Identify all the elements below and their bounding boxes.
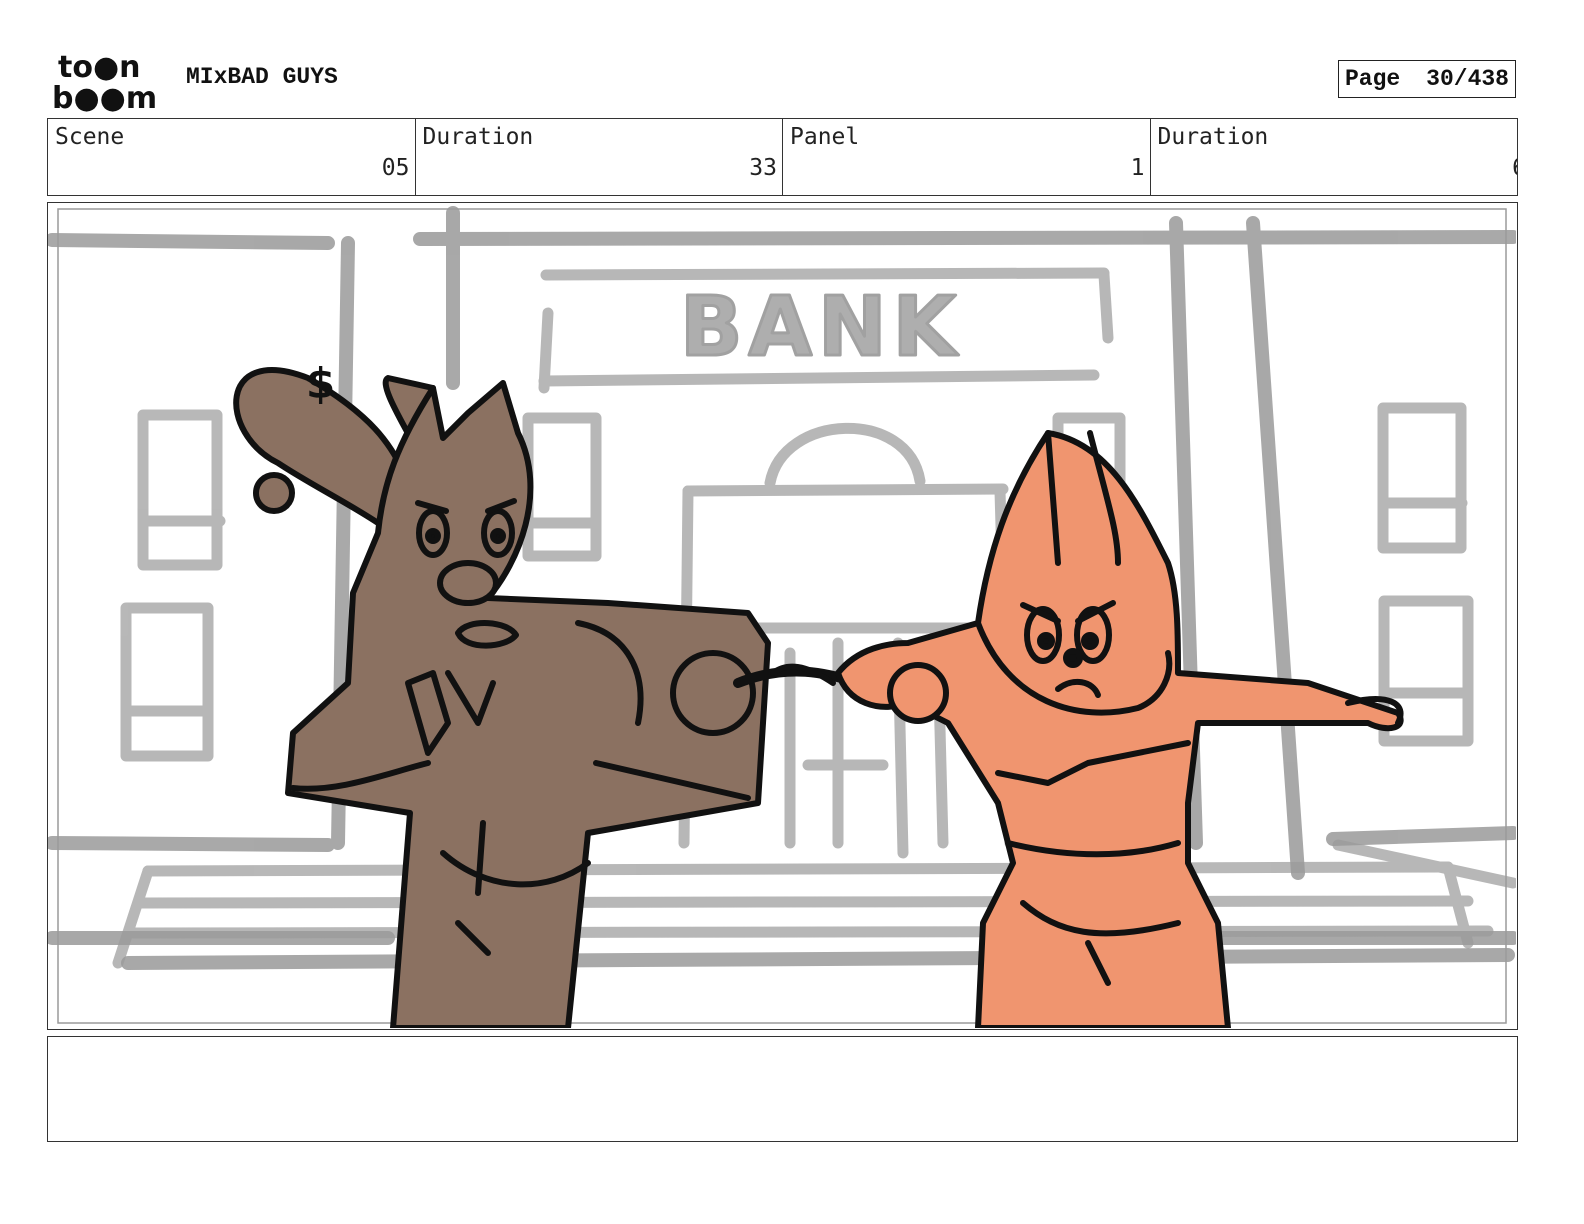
panel-duration-cell: Duration 6 (1151, 119, 1518, 195)
panel-drawing: BANK $ (48, 206, 1516, 1028)
scene-duration-value: 33 (749, 155, 777, 181)
scene-value: 05 (381, 155, 410, 181)
page-label: Page (1345, 66, 1401, 92)
bank-background-sketch: BANK (48, 206, 1516, 970)
scene-cell: Scene 05 (48, 119, 416, 195)
toonboom-logo: to●n b●●m (52, 50, 157, 112)
panel-cell: Panel 1 (783, 119, 1151, 195)
scene-label: Scene (55, 124, 125, 150)
page-indicator: Page 30/438 (1338, 60, 1516, 98)
page-number: 30/438 (1426, 66, 1509, 92)
panel-duration-value: 6 (1512, 155, 1517, 181)
panel-duration-label: Duration (1157, 124, 1269, 150)
logo-line-1: to●n (58, 50, 141, 85)
scene-duration-label: Duration (422, 124, 534, 150)
project-title: MIxBAD GUYS (186, 64, 338, 90)
bank-sign-text: BANK (680, 280, 962, 375)
panel-value: 1 (1130, 155, 1145, 181)
logo-line-2: b●●m (52, 81, 157, 112)
scene-duration-cell: Duration 33 (416, 119, 783, 195)
panel-notes-box (47, 1036, 1518, 1142)
money-bag-symbol: $ (306, 359, 335, 408)
panel-label: Panel (790, 124, 860, 150)
storyboard-panel: BANK $ (47, 202, 1518, 1030)
scene-info-row: Scene 05 Duration 33 Panel 1 Duration 6 (47, 118, 1518, 196)
